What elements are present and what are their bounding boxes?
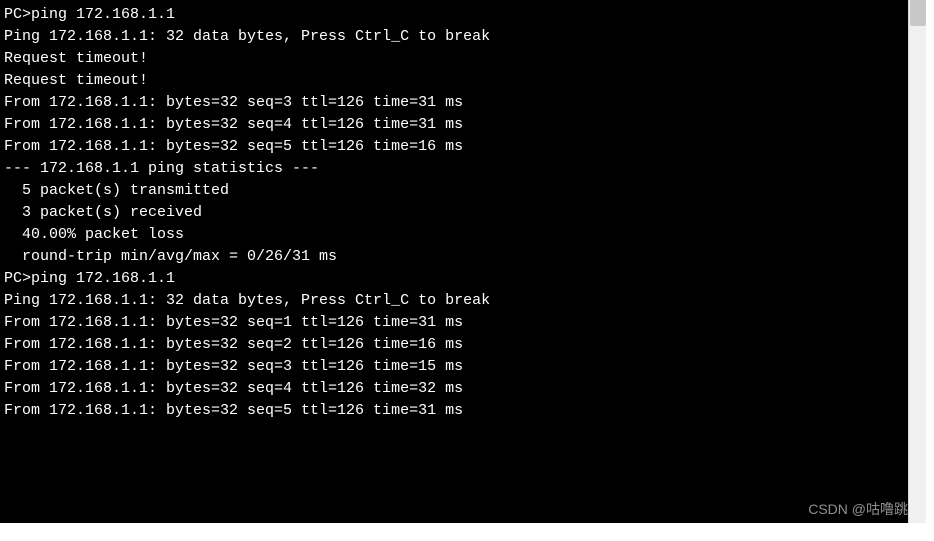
terminal-line: 5 packet(s) transmitted [4,180,904,202]
scrollbar-track[interactable] [908,0,926,523]
terminal-output[interactable]: Welcome to use PC Simulator!PC>ping 172.… [0,0,908,523]
terminal-line: From 172.168.1.1: bytes=32 seq=4 ttl=126… [4,114,904,136]
terminal-line: From 172.168.1.1: bytes=32 seq=2 ttl=126… [4,334,904,356]
terminal-line: PC>ping 172.168.1.1 [4,4,904,26]
terminal-line: --- 172.168.1.1 ping statistics --- [4,158,904,180]
terminal-line: Ping 172.168.1.1: 32 data bytes, Press C… [4,290,904,312]
scrollbar-thumb[interactable] [910,0,926,26]
terminal-line: From 172.168.1.1: bytes=32 seq=3 ttl=126… [4,92,904,114]
terminal-line: From 172.168.1.1: bytes=32 seq=5 ttl=126… [4,136,904,158]
terminal-line: From 172.168.1.1: bytes=32 seq=4 ttl=126… [4,378,904,400]
terminal-line: Request timeout! [4,48,904,70]
terminal-line: round-trip min/avg/max = 0/26/31 ms [4,246,904,268]
terminal-line: From 172.168.1.1: bytes=32 seq=5 ttl=126… [4,400,904,422]
terminal-line: Request timeout! [4,70,904,92]
terminal-line: PC>ping 172.168.1.1 [4,268,904,290]
terminal-line: 40.00% packet loss [4,224,904,246]
terminal-line: From 172.168.1.1: bytes=32 seq=3 ttl=126… [4,356,904,378]
terminal-line: 3 packet(s) received [4,202,904,224]
terminal-line: Ping 172.168.1.1: 32 data bytes, Press C… [4,26,904,48]
terminal-line: From 172.168.1.1: bytes=32 seq=1 ttl=126… [4,312,904,334]
